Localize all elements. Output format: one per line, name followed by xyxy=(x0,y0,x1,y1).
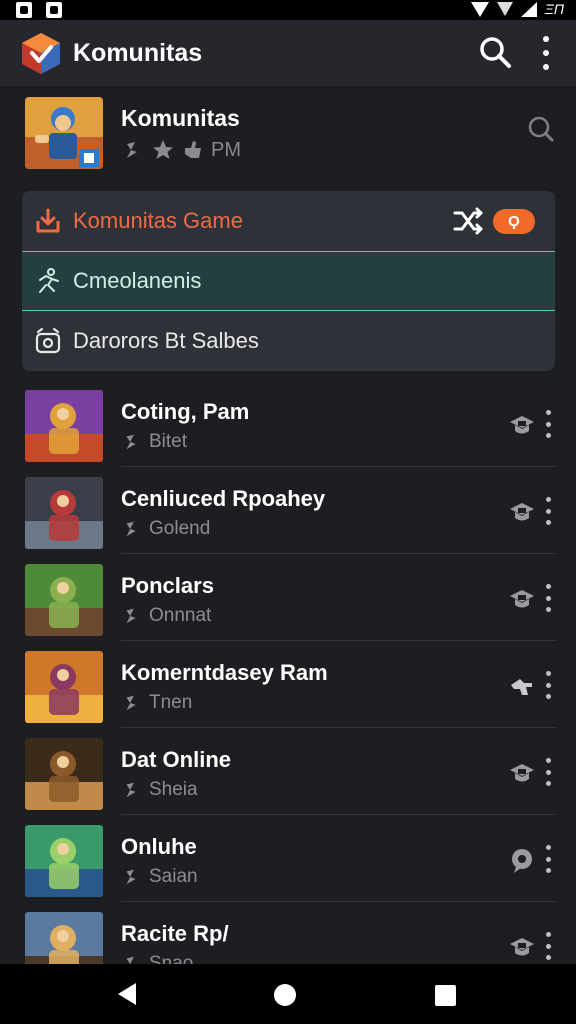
game-thumbnail xyxy=(25,651,103,723)
community-name: Komunitas xyxy=(121,105,240,131)
shuffle-icon[interactable] xyxy=(453,207,483,235)
game-row[interactable]: Coting, Pam Bitet xyxy=(0,380,576,467)
game-subtitle-text: Bitet xyxy=(149,431,188,452)
game-subtitle: Sheia xyxy=(121,779,198,801)
gamepad-icon xyxy=(126,434,136,450)
game-thumbnail xyxy=(25,825,103,897)
game-row[interactable]: Onluhe Saian xyxy=(0,815,576,902)
app-title: Komunitas xyxy=(73,39,203,67)
more-options-icon[interactable] xyxy=(544,758,552,786)
graduation-cap-icon[interactable] xyxy=(508,760,536,786)
menu-item-komunitas-game[interactable]: Komunitas Game Ϙ xyxy=(22,191,555,251)
game-subtitle: Onnnat xyxy=(121,605,211,627)
game-title: Cenliuced Rpoahey xyxy=(121,486,326,511)
community-header[interactable]: Komunitas PM xyxy=(0,86,576,184)
game-row[interactable]: Komerntdasey Ram Tnen xyxy=(0,641,576,728)
more-options-icon[interactable] xyxy=(544,584,552,612)
signal-icon xyxy=(520,1,537,17)
menu-item-label: Komunitas Game xyxy=(73,208,243,233)
game-thumbnail xyxy=(25,390,103,462)
game-subtitle-text: Sheia xyxy=(149,779,198,800)
more-options-icon[interactable] xyxy=(544,410,552,438)
more-options-icon[interactable] xyxy=(544,497,552,525)
game-title: Komerntdasey Ram xyxy=(121,660,328,685)
wifi-icon xyxy=(470,1,489,17)
download-icon xyxy=(36,208,60,233)
hand-point-icon[interactable] xyxy=(508,673,536,699)
gamepad-icon xyxy=(127,142,137,158)
game-subtitle-text: Golend xyxy=(149,518,211,539)
more-options-icon[interactable] xyxy=(544,932,552,960)
game-list: Coting, Pam Bitet Cenliuced Rpoahey Golend P… xyxy=(0,380,576,964)
game-subtitle: Snao xyxy=(121,953,193,964)
notification-icon xyxy=(16,2,32,18)
home-icon[interactable] xyxy=(274,984,296,1006)
chat-bubble-icon[interactable] xyxy=(508,847,536,873)
search-icon[interactable] xyxy=(478,35,512,69)
alarm-icon xyxy=(35,327,61,354)
gamepad-icon xyxy=(126,782,136,798)
game-subtitle-text: Saian xyxy=(149,866,198,887)
community-meta-text: PM xyxy=(211,138,241,161)
graduation-cap-icon[interactable] xyxy=(508,586,536,612)
runner-icon xyxy=(39,268,59,293)
game-title: Coting, Pam xyxy=(121,399,250,424)
game-title: Dat Online xyxy=(121,747,232,772)
graduation-cap-icon[interactable] xyxy=(508,412,536,438)
gamepad-icon xyxy=(126,608,136,624)
navigation-bar xyxy=(0,964,576,1024)
app-bar: Komunitas xyxy=(0,20,576,86)
community-search-icon[interactable] xyxy=(527,115,555,143)
menu-item-cmeolanenis[interactable]: Cmeolanenis xyxy=(22,251,555,311)
thumbs-icon xyxy=(185,141,201,158)
graduation-cap-icon[interactable] xyxy=(508,934,536,960)
star-icon xyxy=(153,140,173,159)
recents-icon[interactable] xyxy=(435,985,456,1006)
menu-item-label: Cmeolanenis xyxy=(73,268,202,293)
more-options-icon[interactable] xyxy=(544,845,552,873)
count-badge: Ϙ xyxy=(493,208,535,234)
data-icon xyxy=(496,2,513,16)
game-thumbnail xyxy=(25,912,103,964)
game-subtitle-text: Onnnat xyxy=(149,605,212,626)
game-thumbnail xyxy=(25,477,103,549)
game-subtitle: Saian xyxy=(121,866,198,888)
game-subtitle-text: Tnen xyxy=(149,692,193,713)
menu-item-label: Darorors Bt Salbes xyxy=(73,328,259,353)
game-row[interactable]: Dat Online Sheia xyxy=(0,728,576,815)
status-bar: ΞΠ xyxy=(0,0,576,20)
game-thumbnail xyxy=(25,738,103,810)
gamepad-icon xyxy=(126,956,134,964)
community-meta: PM xyxy=(121,138,241,162)
game-title: Ponclars xyxy=(121,573,214,598)
community-thumbnail xyxy=(25,97,103,169)
game-title: Racite Rp/ xyxy=(121,921,229,946)
game-row[interactable]: Racite Rp/Snao xyxy=(0,902,576,964)
app-notification-icon xyxy=(46,2,62,18)
game-row[interactable]: Ponclars Onnnat xyxy=(0,554,576,641)
game-subtitle: Tnen xyxy=(121,692,192,714)
game-subtitle: Golend xyxy=(121,518,210,540)
gamepad-icon xyxy=(126,869,136,885)
game-thumbnail xyxy=(25,564,103,636)
gamepad-icon xyxy=(126,695,136,711)
app-logo-icon xyxy=(22,33,60,74)
game-title: Onluhe xyxy=(121,834,197,859)
graduation-cap-icon[interactable] xyxy=(508,499,536,525)
game-subtitle-text: Snao xyxy=(149,953,194,964)
back-icon[interactable] xyxy=(118,983,136,1005)
game-subtitle: Bitet xyxy=(121,431,187,453)
more-options-icon[interactable] xyxy=(544,671,552,699)
more-vert-icon[interactable] xyxy=(534,36,558,70)
game-row[interactable]: Cenliuced Rpoahey Golend xyxy=(0,467,576,554)
gamepad-icon xyxy=(126,521,136,537)
community-menu: Komunitas Game Ϙ Cmeolanenis Darorors Bt… xyxy=(22,191,555,371)
menu-item-darorors[interactable]: Darorors Bt Salbes xyxy=(22,311,555,371)
status-time: ΞΠ xyxy=(544,1,564,17)
